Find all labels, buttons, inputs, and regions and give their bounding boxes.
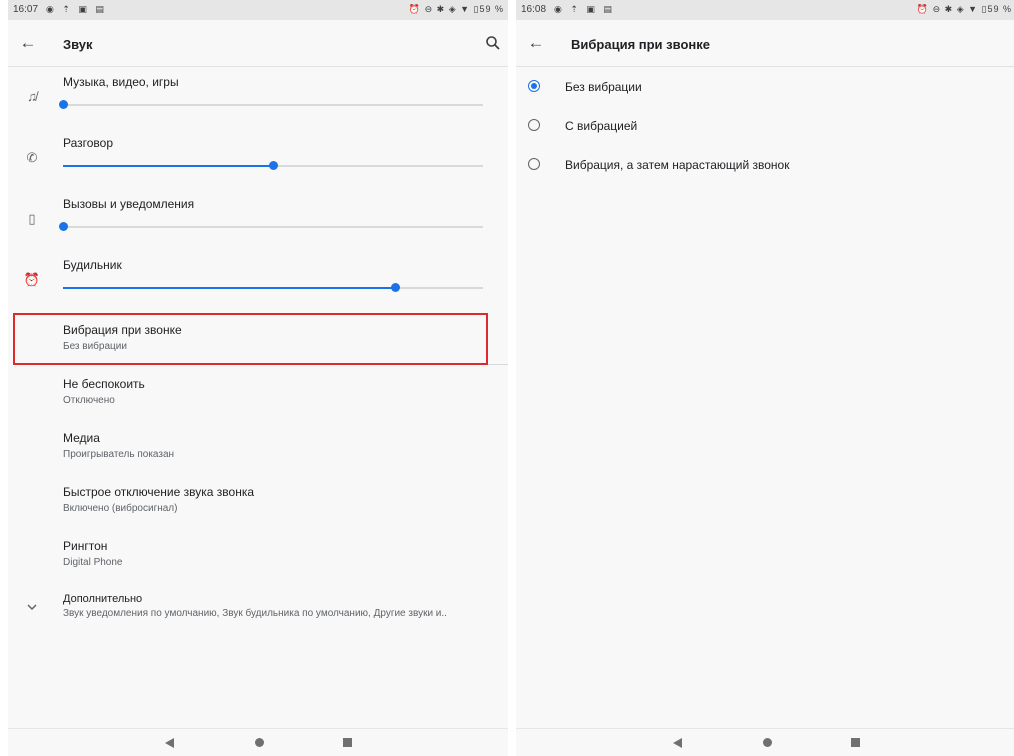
phone-icon: ✆	[26, 150, 38, 165]
nav-bar	[516, 728, 1014, 756]
pref-summary: Включено (вибросигнал)	[63, 503, 178, 514]
ring-volume-slider[interactable]	[59, 222, 483, 231]
page-title: Вибрация при звонке	[571, 37, 710, 52]
pref-title: Быстрое отключение звука звонка	[63, 485, 255, 499]
pref-ringtone[interactable]: Рингтон Digital Phone	[8, 539, 508, 591]
radio-label: С вибрацией	[565, 119, 638, 133]
nav-bar	[8, 728, 508, 756]
pref-summary: Отключено	[63, 395, 115, 406]
radio-button[interactable]	[528, 80, 540, 92]
pref-summary: Digital Phone	[63, 557, 123, 568]
pref-title: Не беспокоить	[63, 377, 145, 391]
radio-option-vibrate[interactable]: С вибрацией	[516, 107, 1014, 145]
nav-home-icon[interactable]	[255, 738, 264, 747]
pref-quick-mute[interactable]: Быстрое отключение звука звонка Включено…	[8, 485, 508, 537]
radio-label: Без вибрации	[565, 80, 642, 94]
status-time: 16:08	[521, 4, 547, 15]
slider-thumb[interactable]	[59, 222, 68, 231]
highlight-box	[13, 313, 488, 365]
media-volume-slider[interactable]	[59, 100, 483, 109]
pref-advanced[interactable]: Дополнительно Звук уведомления по умолча…	[8, 593, 508, 645]
volume-label: Будильник	[63, 258, 122, 272]
radio-button[interactable]	[528, 119, 540, 131]
status-system-icons: ⏰ ⊖ ✱ ◈ ▼ ▯59 %	[408, 4, 504, 14]
radio-option-no-vibration[interactable]: Без вибрации	[516, 68, 1014, 106]
volume-row-ring: ▯ Вызовы и уведомления	[8, 195, 508, 255]
pref-summary: Звук уведомления по умолчанию, Звук буди…	[63, 608, 447, 619]
status-time: 16:07	[13, 4, 39, 15]
call-volume-slider[interactable]	[63, 161, 483, 170]
volume-row-media: ♫̸ Музыка, видео, игры	[8, 73, 508, 133]
battery-percent: 59 %	[479, 4, 504, 14]
chevron-down-icon	[27, 604, 37, 611]
volume-label: Музыка, видео, игры	[63, 75, 179, 89]
radio-label: Вибрация, а затем нарастающий звонок	[565, 158, 790, 172]
volume-row-alarm: ⏰ Будильник	[8, 256, 508, 316]
radio-button[interactable]	[528, 158, 540, 170]
app-bar: ← Звук	[8, 20, 508, 67]
notification-icons: ◉ ⇡ ▣ ▤	[46, 4, 107, 14]
radio-option-vibrate-then-ring[interactable]: Вибрация, а затем нарастающий звонок	[516, 146, 1014, 184]
divider	[488, 364, 508, 365]
search-icon[interactable]	[484, 34, 502, 52]
volume-label: Разговор	[63, 136, 114, 150]
pref-title: Рингтон	[63, 539, 108, 553]
music-off-icon: ♫̸	[27, 89, 37, 104]
page-title: Звук	[63, 37, 93, 52]
slider-fill	[63, 165, 273, 167]
pref-summary: Проигрыватель показан	[63, 449, 175, 460]
pref-title: Дополнительно	[63, 593, 143, 605]
notification-icons: ◉ ⇡ ▣ ▤	[554, 4, 615, 14]
app-bar: ← Вибрация при звонке	[516, 20, 1014, 67]
back-arrow-icon[interactable]: ←	[16, 33, 40, 53]
vibrate-icon: ▯	[28, 211, 36, 226]
nav-back-icon[interactable]	[165, 738, 174, 748]
pref-media[interactable]: Медиа Проигрыватель показан	[8, 431, 508, 483]
slider-fill	[63, 287, 395, 289]
battery-percent: 59 %	[987, 4, 1012, 14]
volume-label: Вызовы и уведомления	[63, 197, 195, 211]
vibrate-on-ring-screen: 16:08 ◉ ⇡ ▣ ▤ ⏰ ⊖ ✱ ◈ ▼ ▯59 % ← Вибрация…	[516, 0, 1014, 756]
status-system-icons: ⏰ ⊖ ✱ ◈ ▼ ▯59 %	[916, 4, 1012, 14]
nav-back-icon[interactable]	[673, 738, 682, 748]
slider-thumb[interactable]	[269, 161, 278, 170]
back-arrow-icon[interactable]: ←	[524, 33, 548, 53]
slider-thumb[interactable]	[390, 283, 400, 292]
nav-recents-icon[interactable]	[851, 738, 860, 747]
sound-settings-screen: 16:07 ◉ ⇡ ▣ ▤ ⏰ ⊖ ✱ ◈ ▼ ▯59 % ← Звук ♫̸ …	[8, 0, 508, 756]
status-bar: 16:07 ◉ ⇡ ▣ ▤ ⏰ ⊖ ✱ ◈ ▼ ▯59 %	[8, 0, 508, 20]
alarm-icon: ⏰	[23, 272, 41, 287]
alarm-volume-slider[interactable]	[63, 283, 483, 292]
nav-recents-icon[interactable]	[343, 738, 352, 747]
slider-thumb[interactable]	[59, 100, 68, 109]
status-bar: 16:08 ◉ ⇡ ▣ ▤ ⏰ ⊖ ✱ ◈ ▼ ▯59 %	[516, 0, 1014, 20]
volume-row-call: ✆ Разговор	[8, 134, 508, 194]
nav-home-icon[interactable]	[763, 738, 772, 747]
pref-title: Медиа	[63, 431, 100, 445]
pref-do-not-disturb[interactable]: Не беспокоить Отключено	[8, 377, 508, 429]
